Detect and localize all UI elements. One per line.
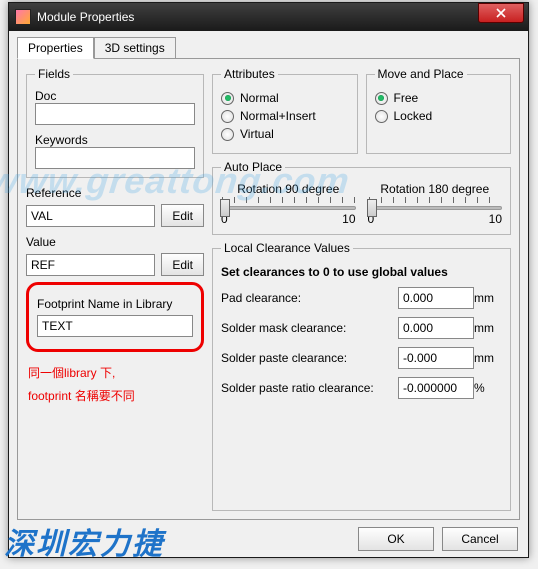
slider-thumb-icon[interactable] [220,199,230,217]
pad-clearance-unit: mm [474,291,502,305]
mp-locked-label: Locked [394,109,433,123]
radio-icon [221,92,234,105]
value-input[interactable] [26,254,155,276]
mask-clearance-unit: mm [474,321,502,335]
annotation-line2: footprint 名稱要不同 [28,385,204,408]
move-place-legend: Move and Place [375,67,467,81]
annotation-line1: 同一個library 下, [28,362,204,385]
doc-label: Doc [35,89,195,103]
ok-button[interactable]: OK [358,527,434,551]
footprint-label: Footprint Name in Library [37,297,193,311]
ratio-clearance-unit: % [474,381,502,395]
attr-normal-insert-row[interactable]: Normal+Insert [221,109,349,123]
radio-icon [221,128,234,141]
attr-virtual-label: Virtual [240,127,274,141]
annotation-text: 同一個library 下, footprint 名稱要不同 [26,362,204,408]
pad-clearance-input[interactable] [398,287,474,309]
keywords-input[interactable] [35,147,195,169]
mp-locked-row[interactable]: Locked [375,109,503,123]
rot180-slider[interactable] [368,206,503,210]
auto-place-group: Auto Place Rotation 90 degree 0 10 [212,160,511,235]
value-edit-button[interactable]: Edit [161,253,204,276]
footprint-highlight-box: Footprint Name in Library [26,282,204,352]
pad-clearance-label: Pad clearance: [221,291,398,305]
rot180-max: 10 [489,212,502,226]
paste-clearance-label: Solder paste clearance: [221,351,398,365]
close-icon [496,8,506,18]
attr-normal-insert-label: Normal+Insert [240,109,316,123]
close-button[interactable] [478,3,524,23]
rot90-max: 10 [342,212,355,226]
module-properties-window: Module Properties Properties 3D settings… [8,2,529,558]
clearance-legend: Local Clearance Values [221,241,353,255]
doc-input[interactable] [35,103,195,125]
reference-label: Reference [26,186,204,200]
radio-icon [375,110,388,123]
attr-virtual-row[interactable]: Virtual [221,127,349,141]
slider-thumb-icon[interactable] [367,199,377,217]
rot90-slider[interactable] [221,206,356,210]
tab-properties[interactable]: Properties [17,37,94,59]
fields-legend: Fields [35,67,73,81]
tabstrip: Properties 3D settings [17,37,520,58]
clearance-group: Local Clearance Values Set clearances to… [212,241,511,511]
attr-normal-row[interactable]: Normal [221,91,349,105]
value-label: Value [26,235,204,249]
move-place-group: Move and Place Free Locked [366,67,512,154]
reference-edit-button[interactable]: Edit [161,204,204,227]
radio-icon [375,92,388,105]
rot180-label: Rotation 180 degree [368,182,503,196]
mask-clearance-input[interactable] [398,317,474,339]
rot90-label: Rotation 90 degree [221,182,356,196]
cancel-button[interactable]: Cancel [442,527,518,551]
app-icon [15,9,31,25]
tab-panel-properties: Fields Doc Keywords Reference Edit [17,58,520,520]
fields-group: Fields Doc Keywords [26,67,204,178]
attributes-group: Attributes Normal Normal+Insert [212,67,358,154]
titlebar[interactable]: Module Properties [9,3,528,31]
mp-free-label: Free [394,91,419,105]
clearance-note: Set clearances to 0 to use global values [221,265,502,279]
footprint-input[interactable] [37,315,193,337]
keywords-label: Keywords [35,133,195,147]
attributes-legend: Attributes [221,67,278,81]
tab-3d-settings[interactable]: 3D settings [94,37,176,59]
mp-free-row[interactable]: Free [375,91,503,105]
mask-clearance-label: Solder mask clearance: [221,321,398,335]
ratio-clearance-label: Solder paste ratio clearance: [221,381,398,395]
reference-input[interactable] [26,205,155,227]
ratio-clearance-input[interactable] [398,377,474,399]
paste-clearance-unit: mm [474,351,502,365]
paste-clearance-input[interactable] [398,347,474,369]
dialog-button-bar: OK Cancel [358,527,518,551]
radio-icon [221,110,234,123]
window-title: Module Properties [37,10,478,24]
attr-normal-label: Normal [240,91,279,105]
auto-place-legend: Auto Place [221,160,285,174]
